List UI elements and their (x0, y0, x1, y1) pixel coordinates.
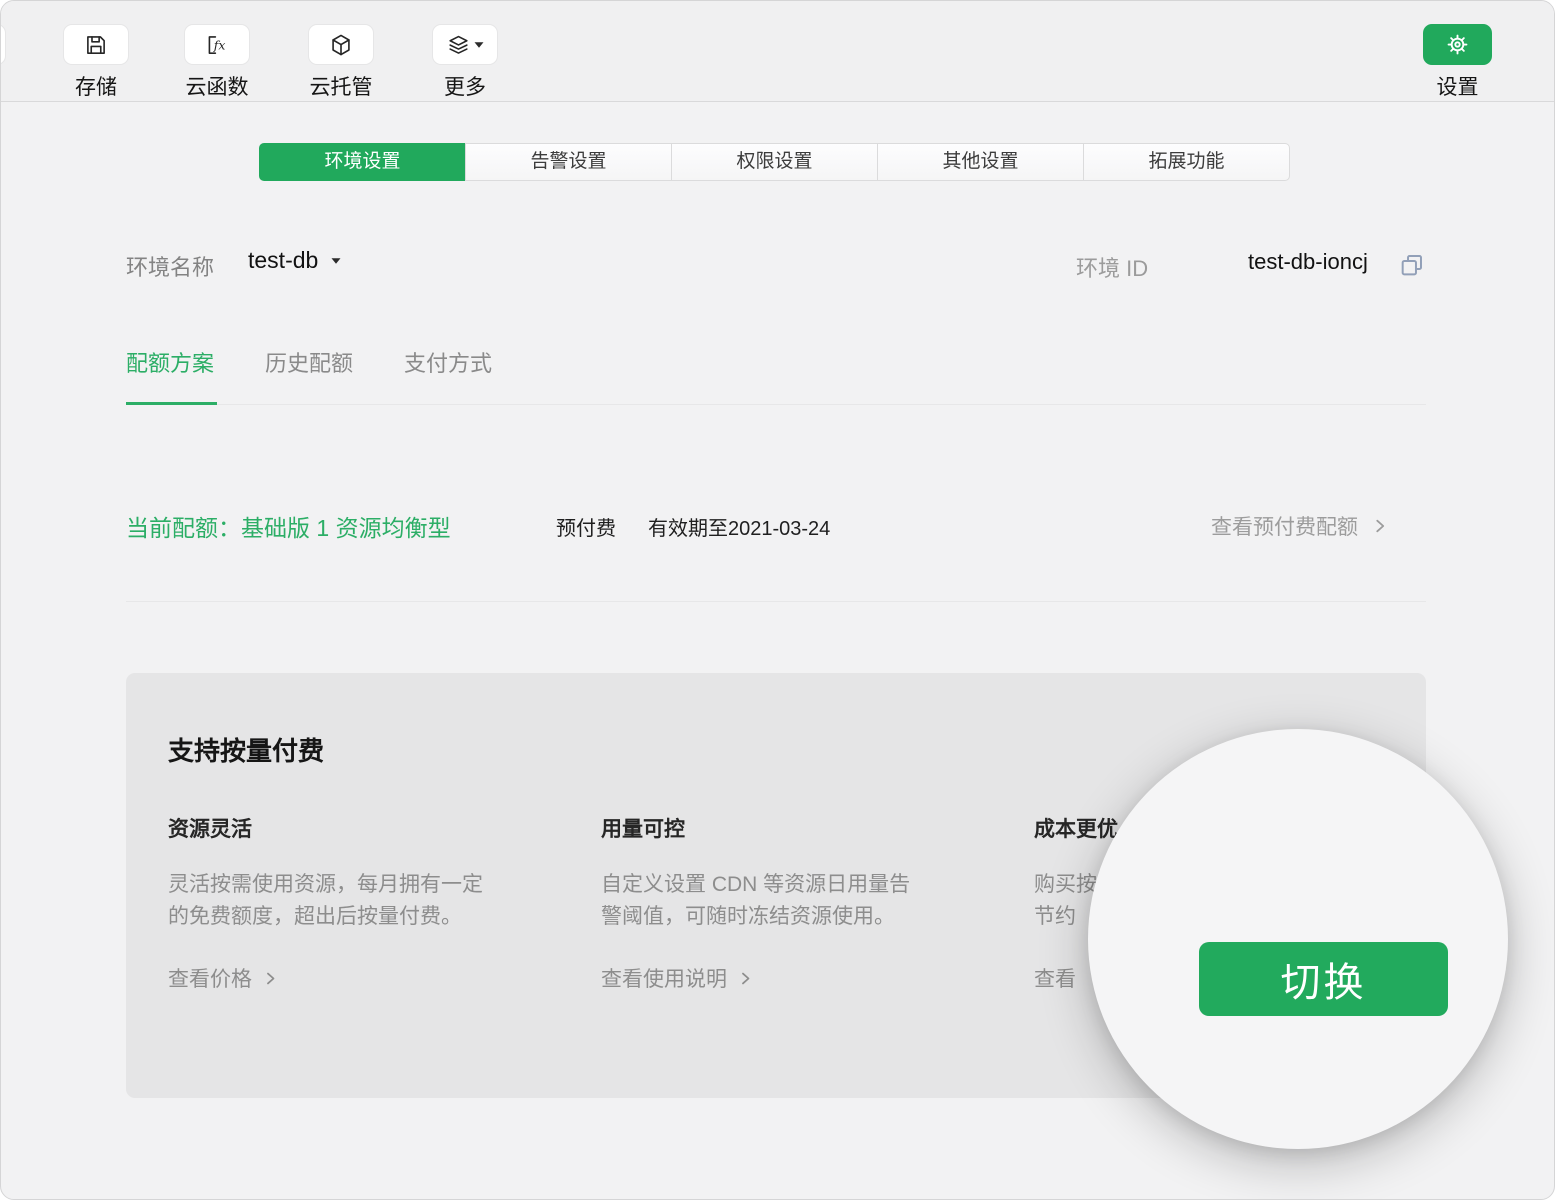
active-subtab-underline (126, 402, 217, 405)
toolbar-item-storage[interactable]: 存储 (63, 24, 129, 101)
console-window: 存储 fx 云函数 (0, 0, 1555, 1200)
env-name-dropdown[interactable]: test-db (248, 247, 341, 274)
subtab-payment-method[interactable]: 支付方式 (404, 346, 492, 378)
view-usage-guide-link[interactable]: 查看使用说明 (601, 963, 753, 993)
chevron-down-icon (475, 42, 484, 47)
toolbar-item-cloud-hosting[interactable]: 云托管 (308, 24, 374, 101)
tab-extension-features[interactable]: 拓展功能 (1083, 143, 1290, 181)
copy-env-id-button[interactable] (1398, 251, 1426, 279)
save-icon (83, 32, 109, 58)
env-id-label: 环境 ID (1076, 251, 1148, 283)
current-quota-text: 当前配额：基础版 1 资源均衡型 (126, 509, 451, 543)
toolbar-item-label: 设置 (1437, 71, 1479, 101)
toolbar-item-cloud-function[interactable]: fx 云函数 (184, 24, 250, 101)
panel-title: 支持按量付费 (168, 731, 324, 768)
toolbar: 存储 fx 云函数 (1, 1, 1554, 102)
svg-text:fx: fx (213, 37, 226, 52)
env-name-label: 环境名称 (126, 250, 214, 282)
toolbar-partial-box (0, 24, 6, 65)
feature-body-line: 购买按 (1034, 869, 1097, 901)
subtab-quota-plan[interactable]: 配额方案 (126, 346, 214, 378)
validity-text: 有效期至2021-03-24 (648, 512, 830, 541)
section-divider (126, 601, 1426, 602)
toolbar-item-more[interactable]: 更多 (432, 24, 498, 101)
tab-environment-settings[interactable]: 环境设置 (259, 143, 466, 181)
subtab-quota-history[interactable]: 历史配额 (265, 346, 353, 378)
tab-permission-settings[interactable]: 权限设置 (671, 143, 878, 181)
tab-other-settings[interactable]: 其他设置 (877, 143, 1084, 181)
billing-mode-text: 预付费 (556, 512, 616, 541)
switch-button[interactable]: 切换 (1199, 942, 1448, 1016)
env-name-value: test-db (248, 247, 318, 274)
feature-body-line: 自定义设置 CDN 等资源日用量告 (601, 869, 910, 901)
view-link-partial[interactable]: 查看 (1034, 963, 1076, 993)
env-id-value: test-db-ioncj (1248, 249, 1368, 275)
layers-icon (446, 32, 471, 57)
toolbar-item-partial[interactable] (0, 24, 6, 65)
feature-body-line: 灵活按需使用资源，每月拥有一定 (168, 869, 483, 901)
chevron-right-icon (1372, 518, 1388, 534)
chevron-right-icon (263, 971, 278, 986)
copy-icon (1398, 251, 1426, 279)
magnifier-overlay (1088, 729, 1508, 1149)
feature-body-line: 的免费额度，超出后按量付费。 (168, 901, 483, 933)
toolbar-item-label: 存储 (75, 71, 117, 101)
gear-icon (1445, 32, 1470, 57)
cube-icon (328, 32, 354, 58)
toolbar-item-label: 更多 (444, 71, 486, 101)
chevron-down-icon (332, 258, 341, 263)
subtab-divider (126, 404, 1426, 405)
feature-body-line: 警阈值，可随时冻结资源使用。 (601, 901, 910, 933)
view-pricing-link[interactable]: 查看价格 (168, 963, 278, 993)
view-prepaid-quota-link[interactable]: 查看预付费配额 (1211, 511, 1388, 541)
toolbar-item-label: 云托管 (310, 71, 373, 101)
toolbar-item-settings[interactable]: 设置 (1423, 24, 1492, 101)
chevron-right-icon (738, 971, 753, 986)
function-icon: fx (204, 32, 230, 58)
toolbar-item-label: 云函数 (186, 71, 249, 101)
quota-subtab-bar: 配额方案 历史配额 支付方式 (126, 346, 492, 378)
settings-tab-bar: 环境设置 告警设置 权限设置 其他设置 拓展功能 (259, 143, 1290, 181)
tab-alarm-settings[interactable]: 告警设置 (465, 143, 672, 181)
